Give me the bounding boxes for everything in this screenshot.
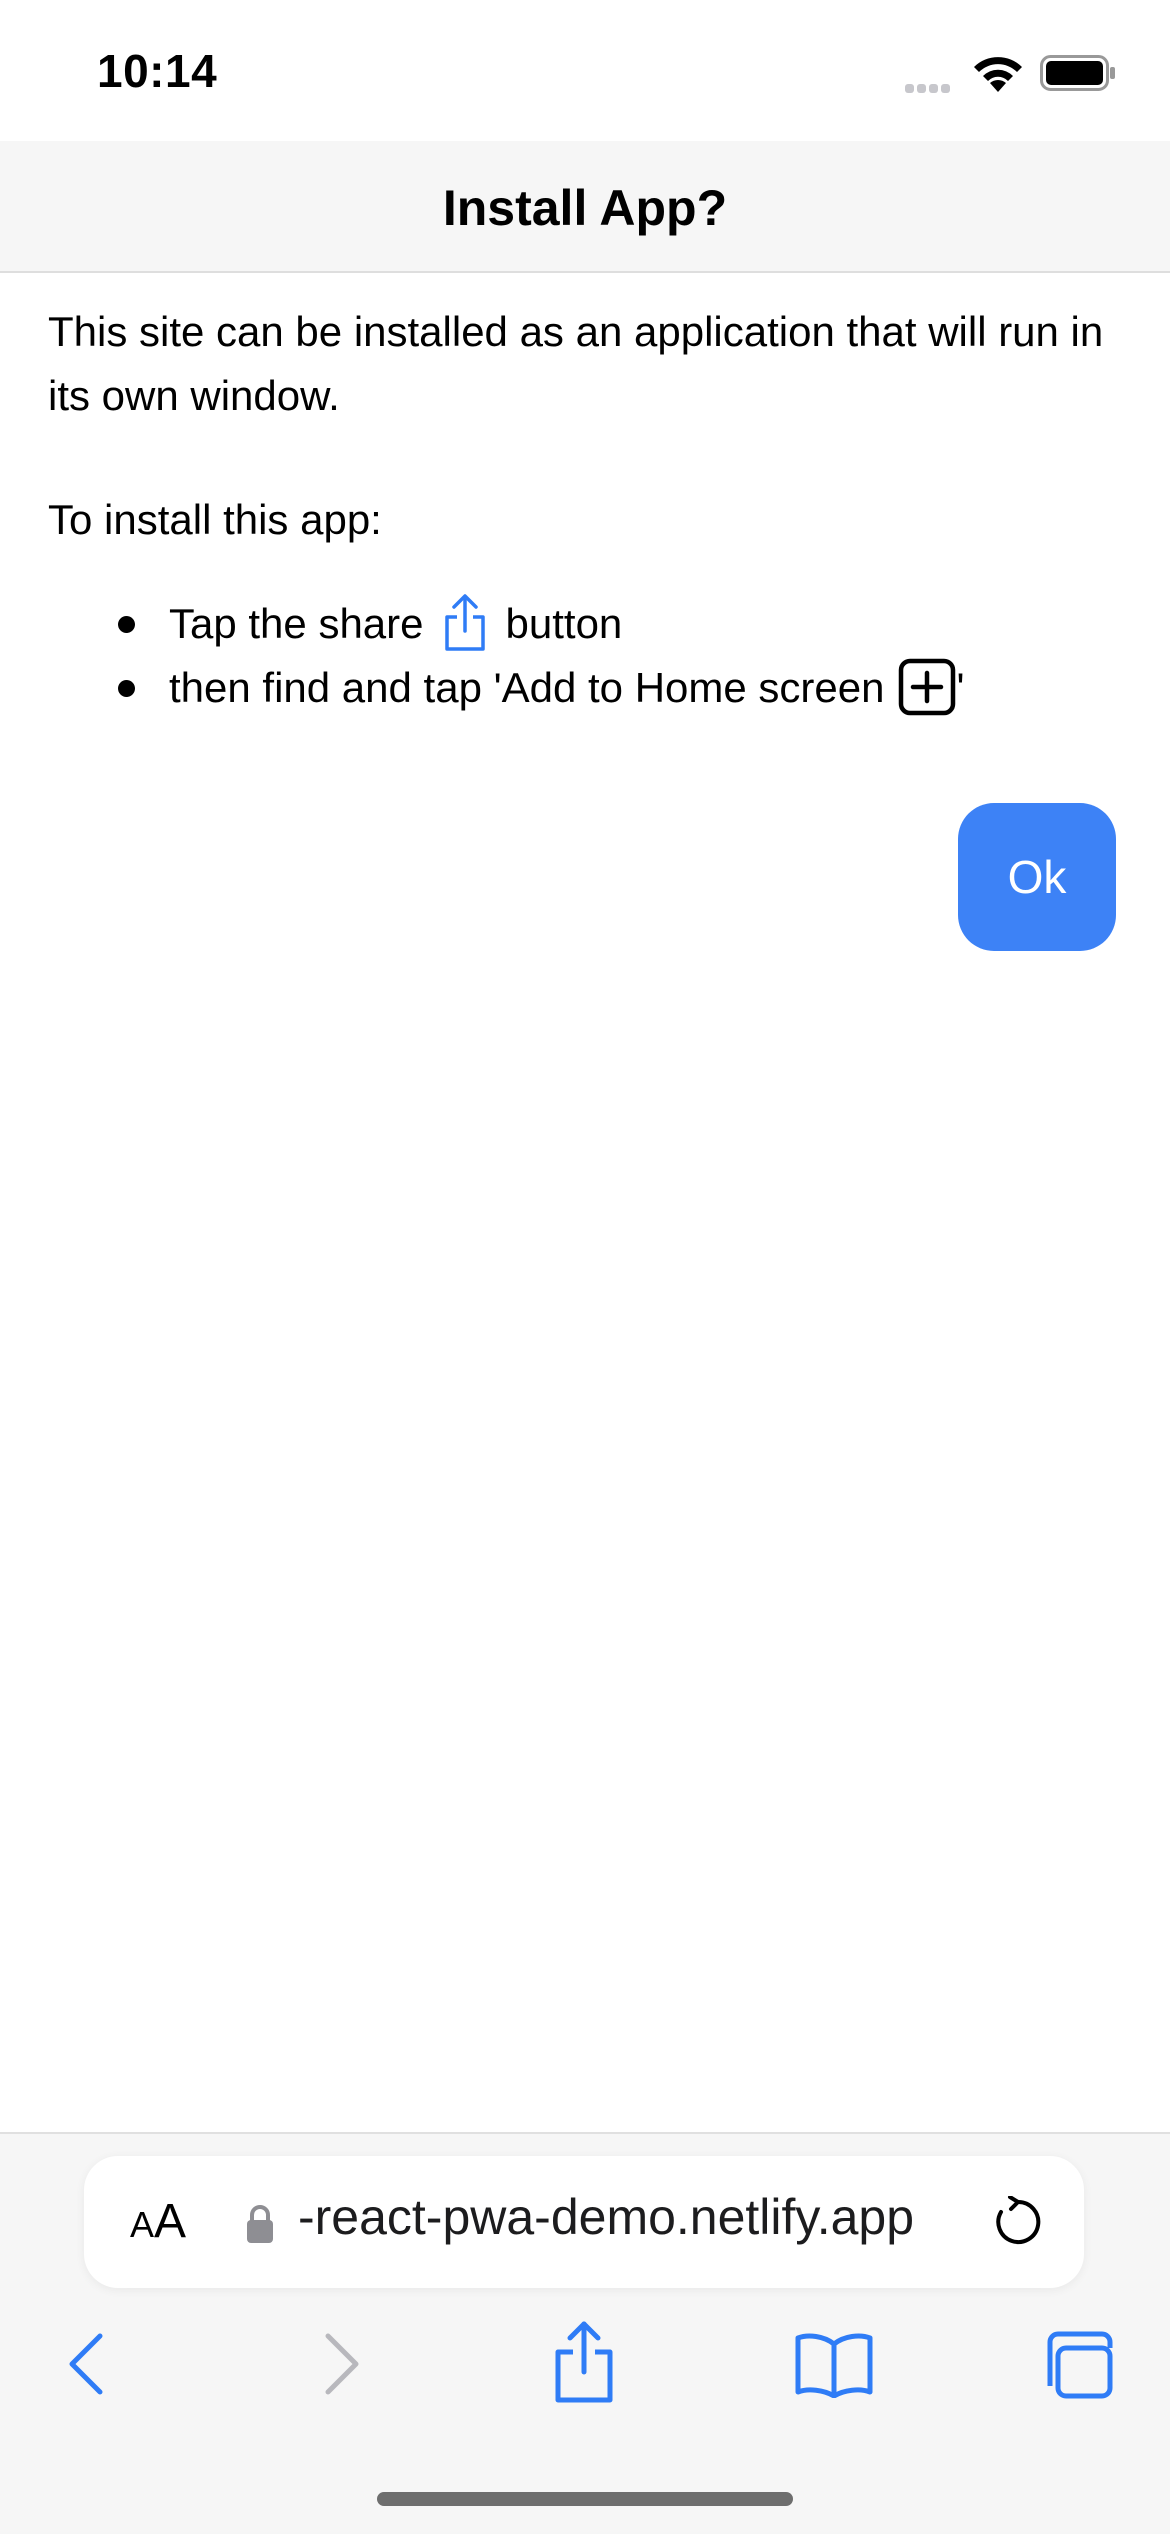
dialog-title: Install App?	[442, 180, 728, 236]
aa-big: A	[154, 2195, 187, 2248]
status-time: 10:14	[97, 45, 218, 97]
step1-text-before: Tap the share	[169, 600, 424, 647]
step2-text-before: then find and tap 'Add to Home screen	[169, 664, 885, 711]
bullet	[118, 680, 135, 697]
bullet	[118, 616, 135, 633]
cellular-signal-icon	[905, 80, 959, 93]
step2-text-after: '	[956, 664, 965, 711]
tabs-icon[interactable]	[1044, 2328, 1116, 2400]
reload-icon[interactable]	[992, 2196, 1044, 2248]
wifi-icon	[974, 57, 1022, 92]
aa-small: A	[130, 2204, 155, 2245]
bookmarks-icon[interactable]	[794, 2330, 874, 2398]
ok-button[interactable]: Ok	[958, 803, 1116, 951]
status-bar: 10:14	[0, 0, 1170, 141]
dialog-content: This site can be installed as an applica…	[48, 300, 1128, 720]
install-steps-list: Tap the share button then find and tap '…	[48, 592, 1128, 720]
share-icon[interactable]	[552, 2320, 616, 2404]
home-indicator	[377, 2492, 793, 2506]
dialog-header: Install App?	[0, 141, 1170, 273]
instructions-heading: To install this app:	[48, 496, 382, 543]
url-text[interactable]: -react-pwa-demo.netlify.app	[298, 2188, 914, 2246]
step1-text-after: button	[505, 600, 623, 647]
back-chevron-icon[interactable]	[66, 2332, 106, 2396]
forward-chevron-icon[interactable]	[322, 2332, 362, 2396]
share-icon	[444, 594, 485, 651]
reader-settings-button[interactable]: AA	[130, 2194, 186, 2249]
lock-icon	[247, 2205, 273, 2243]
step-share: Tap the share button	[48, 592, 1128, 656]
add-square-icon	[899, 658, 956, 716]
battery-icon	[1040, 55, 1115, 91]
step-add-home: then find and tap 'Add to Home screen '	[48, 656, 1128, 720]
description-text: This site can be installed as an applica…	[48, 308, 1104, 419]
